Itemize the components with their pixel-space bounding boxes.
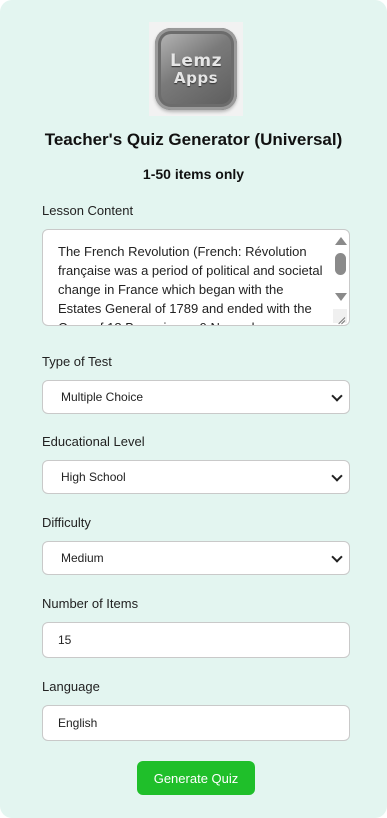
lemz-apps-logo: Lemz Apps — [149, 22, 243, 116]
educational-level-select[interactable]: High School — [42, 460, 350, 494]
chevron-down-icon — [331, 390, 343, 402]
lesson-content-label: Lesson Content — [42, 203, 134, 218]
language-input[interactable]: English — [42, 705, 350, 741]
educational-level-label: Educational Level — [42, 434, 145, 449]
logo-text-line2: Apps — [173, 68, 218, 87]
lesson-content-textarea[interactable]: The French Revolution (French: Révolutio… — [42, 229, 350, 326]
educational-level-value: High School — [61, 470, 126, 484]
lesson-content-text: The French Revolution (French: Révolutio… — [58, 244, 323, 325]
difficulty-select[interactable]: Medium — [42, 541, 350, 575]
language-label: Language — [42, 679, 100, 694]
resize-grip-icon[interactable] — [333, 309, 347, 323]
page-title: Teacher's Quiz Generator (Universal) — [44, 130, 343, 149]
scroll-thumb[interactable] — [335, 253, 346, 275]
difficulty-label: Difficulty — [42, 515, 91, 530]
type-of-test-label: Type of Test — [42, 354, 112, 369]
textarea-scrollbar[interactable] — [331, 230, 349, 312]
type-of-test-value: Multiple Choice — [61, 390, 144, 404]
quiz-generator-card: Lemz Apps Teacher's Quiz Generator (Univ… — [0, 0, 387, 818]
chevron-down-icon — [331, 470, 343, 482]
number-of-items-label: Number of Items — [42, 596, 139, 611]
scroll-down-icon[interactable] — [335, 293, 347, 301]
logo-tile: Lemz Apps — [155, 28, 237, 110]
scroll-up-icon[interactable] — [335, 237, 347, 245]
logo-text-line1: Lemz — [170, 50, 222, 71]
chevron-down-icon — [331, 551, 343, 563]
language-value: English — [58, 716, 98, 730]
difficulty-value: Medium — [61, 551, 104, 565]
page-subtitle: 1-50 items only — [142, 166, 245, 182]
number-of-items-value: 15 — [58, 633, 72, 647]
type-of-test-select[interactable]: Multiple Choice — [42, 380, 350, 414]
number-of-items-input[interactable]: 15 — [42, 622, 350, 658]
generate-quiz-button[interactable]: Generate Quiz — [137, 761, 255, 795]
